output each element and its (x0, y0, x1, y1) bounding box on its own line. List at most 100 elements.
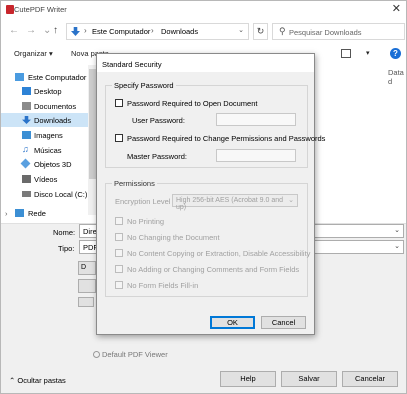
address-row: ← → ⌄ ↑ › Este Computador › Downloads ⌄ … (1, 22, 406, 41)
chevron-down-icon[interactable]: ⌄ (394, 242, 400, 250)
scrollbar-thumb[interactable] (89, 69, 96, 179)
pdf-viewer-label: Default PDF Viewer (102, 350, 168, 359)
no-changing-checkbox[interactable] (115, 233, 123, 241)
standard-security-dialog: Standard Security Specify Password Passw… (96, 53, 325, 335)
option-button-3[interactable] (78, 297, 94, 307)
chevron-right-icon: › (84, 26, 87, 35)
ok-button[interactable]: OK (210, 316, 255, 329)
computer-icon (15, 73, 24, 81)
sidebar-item-label: Objetos 3D (34, 160, 72, 169)
column-header-date[interactable]: Data d (388, 68, 406, 86)
permissions-title: Permissions (112, 179, 157, 188)
window-title: CutePDF Writer (14, 5, 67, 14)
chevron-down-icon[interactable]: ⌄ (238, 26, 244, 34)
no-form-fill-label: No Form Fields Fill-in (127, 281, 199, 290)
save-dialog-window: CutePDF Writer ✕ ← → ⌄ ↑ › Este Computad… (0, 0, 407, 394)
dialog-title: Standard Security (102, 60, 162, 69)
hide-folders-toggle[interactable]: ⌃ Ocultar pastas (9, 376, 66, 385)
cutepdf-app-icon (6, 5, 14, 14)
chevron-right-icon[interactable]: › (5, 209, 8, 218)
sidebar-item-musicas[interactable]: ♫ Músicas (1, 143, 97, 157)
type-label: Tipo: (58, 244, 75, 253)
permissions-password-checkbox[interactable] (115, 134, 123, 142)
chevron-down-icon[interactable]: ⌄ (394, 226, 400, 234)
drive-icon (22, 191, 31, 197)
master-password-label: Master Password: (127, 152, 188, 161)
user-password-label: User Password: (132, 116, 185, 125)
no-form-fill-checkbox[interactable] (115, 281, 123, 289)
radio-icon[interactable] (93, 351, 100, 358)
sidebar-item-label: Downloads (34, 116, 72, 125)
option-button-2[interactable] (78, 279, 96, 293)
sidebar-item-label: Músicas (34, 146, 62, 155)
organize-button[interactable]: Organizar ▾ (14, 49, 53, 58)
search-input[interactable]: ⚲ Pesquisar Downloads (272, 23, 405, 40)
address-bar[interactable]: › Este Computador › Downloads ⌄ (66, 23, 249, 40)
encryption-level-value: High 256-bit AES (Acrobat 9.0 and up) (176, 197, 284, 211)
chevron-right-icon: › (151, 26, 154, 35)
back-arrow-icon[interactable]: ← (9, 25, 19, 36)
downloads-icon (22, 116, 31, 124)
encryption-level-select[interactable]: High 256-bit AES (Acrobat 9.0 and up) ⌄ (172, 194, 298, 211)
name-label: Nome: (53, 228, 76, 237)
3d-objects-icon (20, 158, 31, 169)
dialog-title-bar: Standard Security (97, 54, 314, 72)
breadcrumb-este-computador[interactable]: Este Computador (92, 27, 150, 36)
navigation-pane: Este Computador Desktop Documentos Downl… (1, 65, 98, 221)
sidebar-item-downloads[interactable]: Downloads (1, 113, 89, 127)
up-arrow-icon[interactable]: ↑ (53, 25, 58, 36)
no-comments-checkbox[interactable] (115, 265, 123, 273)
sidebar-item-label: Documentos (34, 102, 77, 111)
encryption-level-label: Encryption Level (115, 197, 171, 206)
open-password-checkbox[interactable] (115, 99, 123, 107)
permissions-password-label[interactable]: Password Required to Change Permissions … (127, 134, 325, 143)
sidebar-item-disco-local[interactable]: Disco Local (C:) (1, 187, 97, 201)
sidebar-item-label: Este Computador (28, 73, 87, 82)
specify-password-title: Specify Password (112, 81, 176, 90)
close-icon[interactable]: ✕ (392, 2, 401, 15)
search-placeholder: Pesquisar Downloads (289, 28, 362, 37)
forward-arrow-icon[interactable]: → (26, 25, 36, 36)
help-icon[interactable]: ? (390, 48, 401, 59)
no-comments-label: No Adding or Changing Comments and Form … (127, 265, 300, 274)
videos-icon (22, 175, 31, 183)
pictures-icon (22, 131, 31, 139)
chevron-down-icon[interactable]: ⌄ (288, 196, 294, 204)
downloads-folder-icon (71, 27, 80, 36)
dialog-cancel-button[interactable]: Cancel (261, 316, 306, 329)
user-password-input[interactable] (216, 113, 296, 126)
sidebar-item-videos[interactable]: Vídeos (1, 172, 97, 186)
sidebar-item-imagens[interactable]: Imagens (1, 128, 97, 142)
search-icon: ⚲ (279, 26, 286, 36)
view-options-icon[interactable] (341, 49, 351, 58)
hide-folders-label: Ocultar pastas (17, 376, 66, 385)
sidebar-item-documentos[interactable]: Documentos (1, 99, 97, 113)
sidebar-item-label: Imagens (34, 131, 63, 140)
cancel-button[interactable]: Cancelar (342, 371, 398, 387)
sidebar-item-label: Desktop (34, 87, 62, 96)
sidebar-item-rede[interactable]: › Rede (1, 206, 97, 220)
specify-password-group: Specify Password Password Required to Op… (105, 81, 325, 168)
master-password-input[interactable] (216, 149, 296, 162)
sidebar-item-objetos-3d[interactable]: Objetos 3D (1, 157, 97, 171)
chevron-down-icon[interactable]: ⌄ (43, 25, 51, 36)
chevron-down-icon[interactable]: ▾ (366, 49, 370, 57)
music-icon: ♫ (22, 144, 29, 154)
sidebar-item-label: Disco Local (C:) (34, 190, 88, 199)
open-password-label[interactable]: Password Required to Open Document (127, 99, 258, 108)
breadcrumb-downloads[interactable]: Downloads (161, 27, 198, 36)
desktop-icon (22, 87, 31, 95)
no-copying-checkbox[interactable] (115, 249, 123, 257)
sidebar-item-desktop[interactable]: Desktop (1, 84, 97, 98)
sidebar-item-este-computador[interactable]: Este Computador (1, 70, 97, 84)
refresh-button[interactable]: ↻ (253, 23, 268, 40)
no-printing-checkbox[interactable] (115, 217, 123, 225)
no-printing-label: No Printing (127, 217, 165, 226)
default-pdf-viewer-option[interactable]: Default PDF Viewer (93, 350, 168, 359)
option-button-1[interactable]: D (78, 261, 96, 275)
title-bar: CutePDF Writer ✕ (1, 1, 406, 18)
network-icon (15, 209, 24, 217)
sidebar-item-label: Rede (28, 209, 46, 218)
save-button[interactable]: Salvar (281, 371, 337, 387)
help-button[interactable]: Help (220, 371, 276, 387)
